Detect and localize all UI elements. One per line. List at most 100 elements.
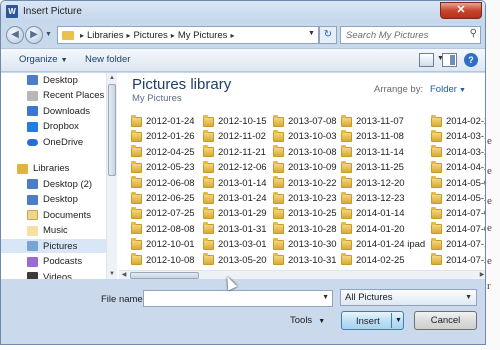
- folder-item[interactable]: 2013-01-24: [203, 191, 267, 205]
- nav-item-favorite[interactable]: Desktop: [1, 73, 106, 87]
- scroll-thumb[interactable]: [130, 272, 199, 279]
- folder-item[interactable]: 2014-07-02: [431, 206, 485, 220]
- folder-item[interactable]: 2014-05-05: [431, 176, 485, 190]
- folder-item[interactable]: 2013-11-07: [341, 114, 404, 128]
- scroll-up-arrow[interactable]: ▲: [107, 73, 117, 83]
- folder-item[interactable]: 2012-10-01: [131, 237, 195, 251]
- breadcrumb-separator-icon[interactable]: ▸: [171, 31, 175, 40]
- folder-item[interactable]: 2012-08-08: [131, 222, 195, 236]
- folder-item[interactable]: 2013-11-25: [341, 160, 404, 174]
- file-name-combobox[interactable]: ▼: [143, 290, 333, 307]
- folder-item[interactable]: 2012-04-25: [131, 145, 195, 159]
- breadcrumb[interactable]: ▸ Libraries ▸ Pictures ▸ My Pictures ▸: [57, 26, 319, 44]
- nav-item-favorite[interactable]: Downloads: [1, 104, 106, 118]
- nav-item-favorite[interactable]: Recent Places: [1, 89, 106, 103]
- close-button[interactable]: ✕: [440, 2, 482, 19]
- folder-item[interactable]: 2014-02-26: [431, 114, 485, 128]
- scroll-down-arrow[interactable]: ▼: [107, 269, 117, 279]
- folder-name: 2013-11-07: [356, 116, 404, 127]
- nav-item-library[interactable]: Desktop: [1, 193, 106, 207]
- folder-item[interactable]: 2012-06-08: [131, 176, 195, 190]
- folder-item[interactable]: 2013-10-25: [273, 206, 337, 220]
- folder-item[interactable]: 2013-12-23: [341, 191, 405, 205]
- insert-options-dropdown[interactable]: ▼: [395, 317, 402, 324]
- folder-item[interactable]: 2014-07-28: [431, 253, 485, 267]
- folder-item[interactable]: 2012-05-23: [131, 160, 195, 174]
- insert-button[interactable]: Insert ▼: [341, 311, 404, 330]
- nav-pane-scrollbar[interactable]: ▲ ▼: [106, 73, 117, 279]
- folder-item[interactable]: 2013-03-01: [203, 237, 267, 251]
- forward-button[interactable]: ▶: [25, 26, 43, 44]
- nav-item-library[interactable]: Music: [1, 224, 106, 238]
- search-input[interactable]: [341, 27, 459, 43]
- folder-item[interactable]: 2013-01-29: [203, 206, 267, 220]
- nav-item-favorite[interactable]: Dropbox: [1, 120, 106, 134]
- folder-item[interactable]: 2013-10-08: [273, 145, 337, 159]
- folder-item[interactable]: 2012-12-06: [203, 160, 267, 174]
- folder-item[interactable]: 2013-10-03: [273, 129, 337, 143]
- folder-item[interactable]: 2014-03-14: [431, 129, 485, 143]
- nav-item-favorite[interactable]: OneDrive: [1, 135, 106, 149]
- breadcrumb-segment[interactable]: Pictures: [133, 30, 167, 41]
- folder-item[interactable]: 2013-01-14: [203, 176, 267, 190]
- folder-item[interactable]: 2012-06-25: [131, 191, 195, 205]
- folder-item[interactable]: 2014-04-24: [431, 160, 485, 174]
- folder-item[interactable]: 2014-05-28: [431, 191, 485, 205]
- refresh-button[interactable]: ↻: [319, 26, 337, 44]
- breadcrumb-separator-icon[interactable]: ▸: [80, 31, 84, 40]
- search-box[interactable]: ⚲: [340, 26, 481, 44]
- new-folder-button[interactable]: New folder: [85, 54, 130, 65]
- nav-item-library[interactable]: Podcasts: [1, 255, 106, 269]
- nav-item-label: Downloads: [43, 105, 90, 117]
- chevron-down-icon[interactable]: ▼: [322, 294, 329, 301]
- tools-button[interactable]: Tools ▼: [290, 315, 325, 326]
- file-name-field[interactable]: [144, 291, 322, 306]
- folder-item[interactable]: 2012-11-02: [203, 129, 266, 143]
- folder-item[interactable]: 2013-11-14: [341, 145, 404, 159]
- folder-item[interactable]: 2013-05-20: [203, 253, 267, 267]
- folder-item[interactable]: 2012-01-26: [131, 129, 195, 143]
- breadcrumb-separator-icon[interactable]: ▸: [230, 31, 234, 40]
- organize-button[interactable]: Organize ▼: [19, 54, 68, 65]
- folder-item[interactable]: 2013-10-23: [273, 191, 337, 205]
- folder-item[interactable]: 2012-10-15: [203, 114, 267, 128]
- folder-item[interactable]: 2012-11-21: [203, 145, 266, 159]
- folder-item[interactable]: 2013-07-08: [273, 114, 337, 128]
- nav-item-library[interactable]: Pictures: [1, 239, 106, 253]
- folder-item[interactable]: 2013-11-08: [341, 129, 404, 143]
- folder-item[interactable]: 2013-01-31: [203, 222, 267, 236]
- arrange-by-dropdown[interactable]: Folder ▼: [430, 84, 466, 95]
- folder-item[interactable]: 2014-01-14: [341, 206, 405, 220]
- nav-item-library[interactable]: Desktop (2): [1, 177, 106, 191]
- folder-item[interactable]: 2012-07-25: [131, 206, 195, 220]
- folder-item[interactable]: 2014-01-20: [341, 222, 405, 236]
- folder-item[interactable]: 2012-10-08: [131, 253, 195, 267]
- folder-item[interactable]: 2014-02-25: [341, 253, 405, 267]
- cancel-button[interactable]: Cancel: [414, 311, 477, 330]
- folder-name: 2013-10-25: [288, 208, 337, 220]
- recent-locations-dropdown[interactable]: ▼: [45, 31, 52, 38]
- folder-item[interactable]: 2013-12-20: [341, 176, 405, 190]
- scroll-thumb[interactable]: [108, 84, 116, 176]
- address-dropdown-icon[interactable]: ▼: [308, 30, 315, 37]
- nav-item-libraries[interactable]: Libraries: [1, 162, 106, 176]
- folder-item[interactable]: 2013-10-31: [273, 253, 337, 267]
- folder-item[interactable]: 2012-01-24: [131, 114, 195, 128]
- folder-item[interactable]: 2014-07-08: [431, 222, 485, 236]
- folder-item[interactable]: 2014-03-20: [431, 145, 485, 159]
- folder-item[interactable]: 2013-10-28: [273, 222, 337, 236]
- change-view-icon[interactable]: [419, 53, 434, 67]
- folder-item[interactable]: 2014-07-14: [431, 237, 485, 251]
- back-button[interactable]: ◀: [6, 26, 24, 44]
- preview-pane-icon[interactable]: [442, 53, 457, 67]
- breadcrumb-segment[interactable]: My Pictures: [178, 30, 228, 41]
- breadcrumb-segment[interactable]: Libraries: [87, 30, 123, 41]
- folder-item[interactable]: 2013-10-09: [273, 160, 337, 174]
- folder-item[interactable]: 2014-01-24 ipad: [341, 237, 425, 251]
- help-icon[interactable]: ?: [464, 53, 478, 67]
- nav-item-library[interactable]: Documents: [1, 208, 106, 222]
- folder-item[interactable]: 2013-10-22: [273, 176, 337, 190]
- folder-item[interactable]: 2013-10-30: [273, 237, 337, 251]
- file-type-select[interactable]: All Pictures ▼: [340, 289, 477, 306]
- breadcrumb-separator-icon[interactable]: ▸: [126, 31, 130, 40]
